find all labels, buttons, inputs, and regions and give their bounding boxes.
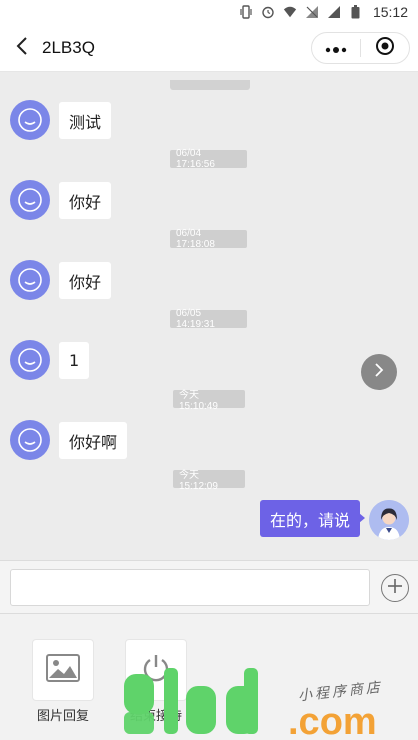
customer-avatar[interactable]	[10, 420, 50, 460]
page-title: 2LB3Q	[42, 37, 95, 57]
message-row: 你好	[0, 260, 418, 300]
end-session-button[interactable]	[125, 639, 187, 701]
message-bubble: 你好啊	[59, 422, 128, 459]
image-reply-button[interactable]	[32, 639, 94, 701]
message-bubble: 你好	[59, 262, 112, 299]
message-bubble: 1	[59, 342, 90, 379]
message-row: 测试	[0, 100, 418, 140]
status-time: 15:12	[372, 4, 408, 20]
message-bubble: 你好	[59, 182, 112, 219]
close-mini-program-button[interactable]	[361, 33, 409, 63]
clipped-timestamp	[170, 80, 250, 90]
more-button[interactable]	[312, 33, 360, 63]
next-button[interactable]	[361, 354, 397, 390]
nav-bar: 2LB3Q	[0, 24, 418, 72]
tool-panel: 图片回复 结束接待	[0, 614, 418, 740]
message-bubble: 测试	[59, 102, 112, 139]
customer-avatar[interactable]	[10, 100, 50, 140]
timestamp: 06/05 14:19:31	[170, 308, 247, 330]
message-row: 1	[0, 340, 418, 380]
customer-avatar[interactable]	[10, 260, 50, 300]
message-row: 你好啊	[0, 420, 418, 460]
image-reply-label: 图片回复	[36, 709, 89, 724]
power-icon	[141, 653, 171, 687]
plus-icon	[387, 578, 403, 598]
alarm-icon	[261, 5, 275, 19]
timestamp: 今天 15:10:49	[173, 390, 245, 412]
chevron-right-icon	[374, 362, 384, 382]
wifi-icon	[283, 5, 297, 19]
signal-off-icon	[305, 5, 319, 19]
timestamp: 06/04 17:18:08	[170, 228, 247, 250]
customer-avatar[interactable]	[10, 340, 50, 380]
end-session-label: 结束接待	[129, 709, 182, 724]
outgoing-message-bubble: 在的，请说	[259, 500, 366, 537]
more-dots-icon	[325, 39, 347, 58]
timestamp: 今天 15:12:09	[173, 470, 245, 492]
chat-messages[interactable]: 测试 06/04 17:16:56 你好 06/04 17:18:08 你好 0…	[0, 72, 418, 560]
image-icon	[46, 654, 80, 686]
message-input[interactable]	[10, 569, 370, 606]
status-bar: 15:12	[0, 0, 418, 24]
chevron-left-icon	[16, 36, 28, 60]
back-button[interactable]	[4, 24, 40, 72]
target-circle-icon	[375, 36, 395, 60]
message-row-outgoing: 在的，请说	[0, 500, 418, 540]
more-actions-button[interactable]	[381, 574, 409, 602]
input-bar	[0, 560, 418, 614]
signal-icon	[327, 5, 341, 19]
battery-icon	[349, 5, 363, 19]
customer-avatar[interactable]	[10, 180, 50, 220]
timestamp: 06/04 17:16:56	[170, 148, 247, 170]
mini-program-capsule	[311, 32, 410, 64]
message-row: 你好	[0, 180, 418, 220]
agent-avatar[interactable]	[369, 500, 409, 540]
vibrate-icon	[239, 5, 253, 19]
